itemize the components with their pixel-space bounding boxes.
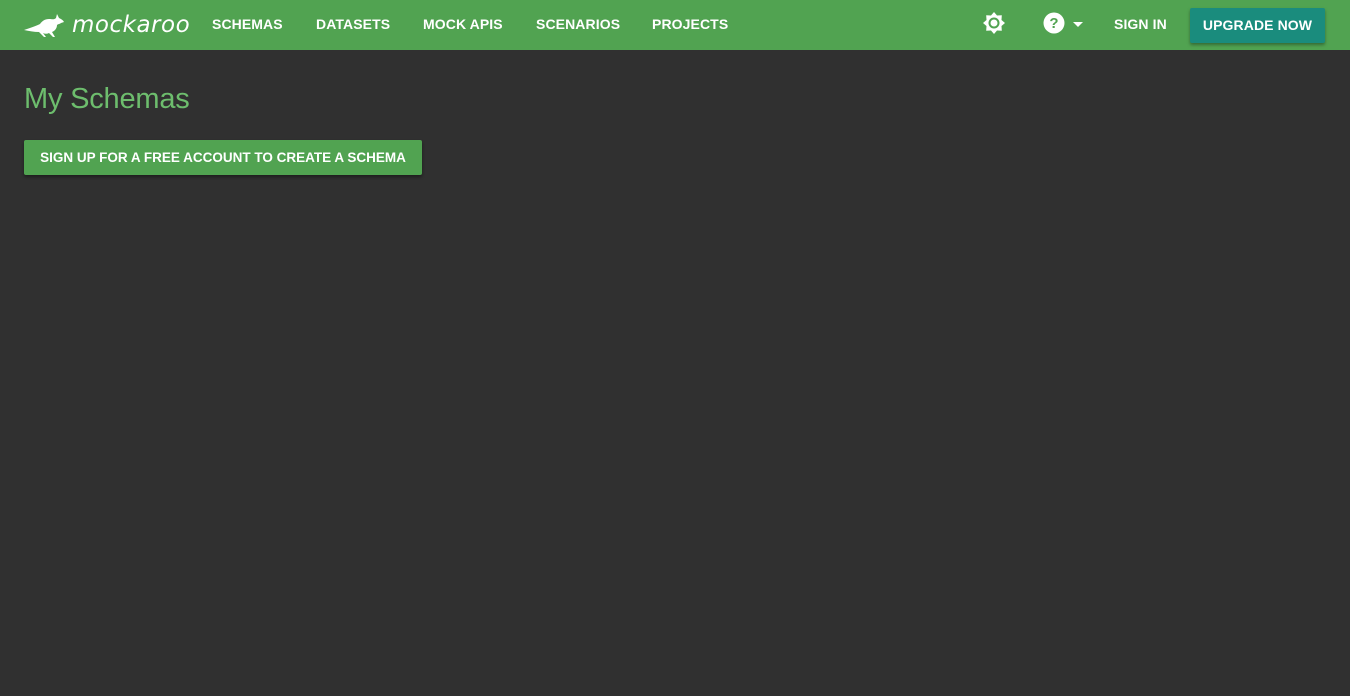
upgrade-now-button[interactable]: UPGRADE NOW bbox=[1190, 8, 1325, 43]
nav-scenarios[interactable]: SCENARIOS bbox=[536, 0, 620, 50]
logo-link[interactable]: mockaroo bbox=[22, 10, 190, 40]
brand-name: mockaroo bbox=[72, 12, 191, 38]
nav-datasets[interactable]: DATASETS bbox=[316, 0, 390, 50]
help-menu-button[interactable]: ? bbox=[1041, 12, 1067, 38]
signup-create-schema-button[interactable]: SIGN UP FOR A FREE ACCOUNT TO CREATE A S… bbox=[24, 140, 422, 175]
nav-projects[interactable]: PROJECTS bbox=[652, 0, 728, 50]
kangaroo-icon bbox=[22, 10, 66, 40]
nav-mock-apis[interactable]: MOCK APIS bbox=[423, 0, 503, 50]
theme-toggle-button[interactable] bbox=[981, 11, 1007, 40]
help-icon: ? bbox=[1042, 11, 1066, 40]
top-navbar: mockaroo SCHEMAS DATASETS MOCK APIS SCEN… bbox=[0, 0, 1350, 50]
svg-text:?: ? bbox=[1049, 15, 1058, 32]
page-title: My Schemas bbox=[24, 83, 190, 115]
sign-in-link[interactable]: SIGN IN bbox=[1114, 0, 1167, 50]
chevron-down-icon[interactable] bbox=[1073, 22, 1083, 27]
theme-toggle-icon bbox=[982, 11, 1006, 40]
nav-schemas[interactable]: SCHEMAS bbox=[212, 0, 283, 50]
